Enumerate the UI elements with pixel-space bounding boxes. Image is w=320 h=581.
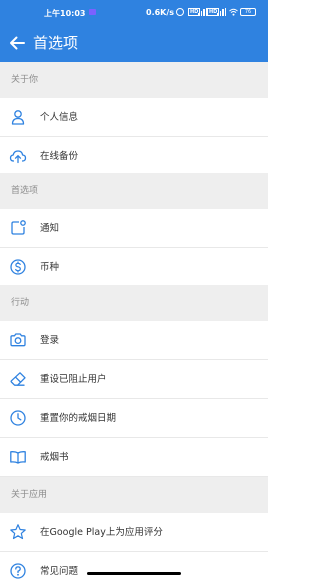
settings-item-online-backup[interactable]: 在线备份	[0, 137, 268, 176]
camera-icon	[10, 333, 26, 347]
settings-item-label: 重置你的戒烟日期	[40, 413, 117, 424]
preferences-screen: 上午10:03 0.6K/s HD HD 76 首选项 关于你 个人信息 在线备…	[0, 0, 268, 581]
signal-bars-1-icon	[198, 8, 207, 16]
notification-icon	[11, 220, 26, 235]
section-header-actions: 行动	[0, 285, 268, 321]
help-icon	[10, 563, 26, 579]
notification-badge-icon	[89, 9, 96, 15]
settings-item-reset-quit-date[interactable]: 重置你的戒烟日期	[0, 399, 268, 438]
section-header-about-app: 关于应用	[0, 477, 268, 513]
status-bar: 上午10:03 0.6K/s HD HD 76	[0, 0, 268, 24]
book-icon	[10, 451, 26, 464]
settings-item-label: 重设已阻止用户	[40, 374, 107, 385]
status-time: 上午10:03	[44, 9, 86, 18]
alarm-icon	[176, 8, 184, 16]
settings-item-quit-smoking-book[interactable]: 戒烟书	[0, 438, 268, 477]
home-indicator[interactable]	[87, 572, 181, 575]
settings-item-label: 戒烟书	[40, 452, 69, 463]
wifi-icon	[229, 8, 238, 16]
battery-icon: 76	[240, 8, 256, 16]
clock-icon	[10, 410, 26, 426]
settings-item-label: 通知	[40, 223, 60, 234]
app-bar: 首选项	[0, 24, 268, 62]
settings-item-notifications[interactable]: 通知	[0, 209, 268, 248]
settings-item-label: 在线备份	[40, 151, 79, 162]
settings-item-label: 币种	[40, 262, 60, 273]
settings-item-reset-blocked-users[interactable]: 重设已阻止用户	[0, 360, 268, 399]
currency-icon	[10, 259, 26, 275]
settings-item-label: 登录	[40, 335, 60, 346]
settings-item-currency[interactable]: 币种	[0, 248, 268, 287]
settings-item-label: 个人信息	[40, 112, 79, 123]
section-header-preferences: 首选项	[0, 173, 268, 209]
signal-bars-2-icon	[217, 8, 226, 16]
arrow-left-icon[interactable]	[6, 32, 28, 54]
cloud-upload-icon	[9, 150, 27, 164]
person-icon	[11, 110, 25, 125]
section-header-about-you: 关于你	[0, 62, 268, 98]
page-title: 首选项	[33, 34, 79, 52]
settings-item-login[interactable]: 登录	[0, 321, 268, 360]
settings-item-rate-app[interactable]: 在Google Play上为应用评分	[0, 513, 268, 552]
settings-item-faq[interactable]: 常见问题	[0, 552, 268, 581]
settings-item-personal-info[interactable]: 个人信息	[0, 98, 268, 137]
star-icon	[10, 524, 26, 540]
eraser-icon	[10, 372, 26, 386]
settings-item-label: 常见问题	[40, 566, 79, 577]
network-speed: 0.6K/s	[146, 8, 175, 17]
settings-item-label: 在Google Play上为应用评分	[40, 527, 163, 538]
